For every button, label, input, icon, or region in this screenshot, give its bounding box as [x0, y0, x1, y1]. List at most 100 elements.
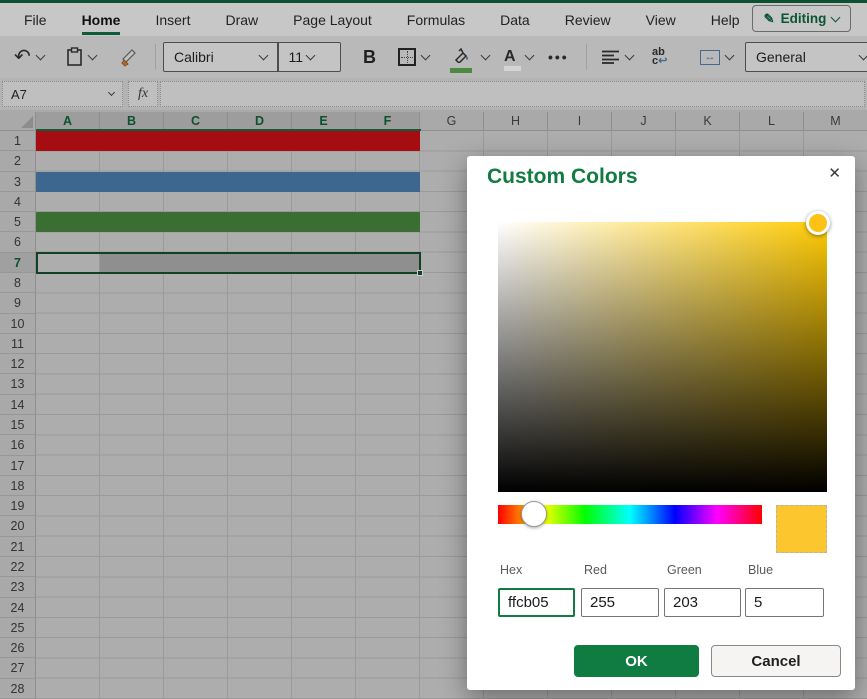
name-box[interactable]: A7	[2, 81, 123, 107]
undo-button[interactable]: ↶	[14, 42, 44, 72]
row-header-7[interactable]: 7	[0, 253, 36, 273]
color-picker-thumb[interactable]	[806, 211, 830, 235]
borders-button[interactable]	[398, 42, 429, 72]
paste-button[interactable]	[66, 42, 96, 72]
chevron-down-icon[interactable]	[259, 51, 269, 61]
row-header-11[interactable]: 11	[0, 334, 36, 354]
row-header-25[interactable]: 25	[0, 618, 36, 638]
wrap-text-button[interactable]: ab c↩	[652, 42, 667, 72]
menu-item-help[interactable]: Help	[711, 12, 740, 28]
row-header-4[interactable]: 4	[0, 192, 36, 212]
chevron-down-icon[interactable]	[305, 51, 315, 61]
selection-fill-handle[interactable]	[417, 270, 423, 276]
saturation-value-area[interactable]	[498, 222, 827, 492]
chevron-down-icon	[481, 51, 491, 61]
row-header-12[interactable]: 12	[0, 354, 36, 374]
wrap-text-icon: ab c↩	[652, 48, 667, 66]
menu-item-page-layout[interactable]: Page Layout	[293, 12, 372, 28]
row-header-24[interactable]: 24	[0, 598, 36, 618]
row-header-27[interactable]: 27	[0, 658, 36, 678]
column-header-G[interactable]: G	[420, 112, 484, 131]
fill-color-button[interactable]	[450, 42, 489, 72]
column-header-I[interactable]: I	[548, 112, 612, 131]
formula-input[interactable]	[160, 81, 865, 107]
menu-item-view[interactable]: View	[646, 12, 676, 28]
font-name-dropdown[interactable]: Calibri	[164, 49, 260, 65]
column-header-L[interactable]: L	[740, 112, 804, 131]
row-header-3[interactable]: 3	[0, 172, 36, 192]
red-field[interactable]	[581, 588, 659, 617]
menu-item-insert[interactable]: Insert	[155, 12, 190, 28]
close-icon[interactable]: ✕	[828, 164, 841, 182]
green-label: Green	[667, 563, 702, 577]
row-header-26[interactable]: 26	[0, 638, 36, 658]
menu-item-review[interactable]: Review	[565, 12, 611, 28]
font-color-button[interactable]: A	[504, 42, 533, 72]
ok-button[interactable]: OK	[574, 645, 699, 677]
green-field[interactable]	[664, 588, 741, 617]
row-header-17[interactable]: 17	[0, 456, 36, 476]
more-options-icon: •••	[548, 49, 569, 65]
row-header-10[interactable]: 10	[0, 314, 36, 334]
column-header-M[interactable]: M	[804, 112, 867, 131]
blue-field[interactable]	[745, 588, 824, 617]
font-size-dropdown[interactable]: 11	[279, 49, 307, 65]
selection-border	[36, 252, 421, 274]
row-header-23[interactable]: 23	[0, 577, 36, 597]
column-header-J[interactable]: J	[612, 112, 676, 131]
row-header-18[interactable]: 18	[0, 476, 36, 496]
chevron-down-icon	[35, 51, 45, 61]
menu-item-formulas[interactable]: Formulas	[407, 12, 465, 28]
row-header-19[interactable]: 19	[0, 496, 36, 516]
fx-button[interactable]: fx	[128, 81, 158, 107]
borders-icon	[398, 48, 416, 66]
formula-bar-row: A7 fx	[0, 78, 867, 110]
row-header-28[interactable]: 28	[0, 679, 36, 699]
row-header-16[interactable]: 16	[0, 435, 36, 455]
blue-label: Blue	[748, 563, 773, 577]
menu-item-data[interactable]: Data	[500, 12, 530, 28]
chevron-down-icon	[859, 51, 867, 61]
more-options-button[interactable]: •••	[548, 42, 569, 72]
cancel-button[interactable]: Cancel	[711, 645, 841, 677]
row-header-9[interactable]: 9	[0, 293, 36, 313]
align-icon	[602, 50, 620, 64]
row-header-13[interactable]: 13	[0, 374, 36, 394]
row-header-21[interactable]: 21	[0, 537, 36, 557]
bold-button[interactable]: B	[363, 42, 376, 72]
bold-icon: B	[363, 47, 376, 68]
column-header-K[interactable]: K	[676, 112, 740, 131]
row-header-8[interactable]: 8	[0, 273, 36, 293]
custom-colors-dialog: Custom Colors ✕ Hex Red Green Blue OK Ca…	[467, 156, 855, 690]
merge-cells-icon: ↔	[700, 50, 720, 65]
merge-cells-button[interactable]: ↔	[700, 42, 733, 72]
row-header-22[interactable]: 22	[0, 557, 36, 577]
menu-item-home[interactable]: Home	[82, 12, 121, 28]
undo-icon: ↶	[14, 47, 31, 67]
row-header-1[interactable]: 1	[0, 131, 36, 151]
row-header-5[interactable]: 5	[0, 212, 36, 232]
toolbar-separator	[155, 44, 156, 70]
select-all-corner[interactable]	[0, 112, 36, 131]
alignment-button[interactable]	[602, 42, 633, 72]
column-header-H[interactable]: H	[484, 112, 548, 131]
format-painter-button[interactable]	[120, 42, 142, 72]
editing-label: Editing	[781, 11, 827, 26]
menu-bar: File Home Insert Draw Page Layout Formulas Dat…	[0, 3, 867, 36]
hue-slider[interactable]	[498, 505, 762, 524]
dialog-title: Custom Colors	[487, 165, 638, 189]
hue-slider-thumb[interactable]	[521, 501, 547, 527]
number-format-dropdown[interactable]: General	[745, 42, 867, 72]
editing-mode-button[interactable]: ✎ Editing	[752, 5, 851, 32]
row-header-20[interactable]: 20	[0, 516, 36, 536]
row-header-14[interactable]: 14	[0, 395, 36, 415]
row-header-15[interactable]: 15	[0, 415, 36, 435]
hex-field[interactable]	[498, 588, 575, 617]
menu-item-file[interactable]: File	[24, 12, 47, 28]
chevron-down-icon	[625, 51, 635, 61]
clipboard-icon	[66, 47, 83, 67]
row-header-2[interactable]: 2	[0, 151, 36, 171]
menu-item-draw[interactable]: Draw	[225, 12, 258, 28]
row-header-6[interactable]: 6	[0, 232, 36, 252]
chevron-down-icon	[421, 51, 431, 61]
